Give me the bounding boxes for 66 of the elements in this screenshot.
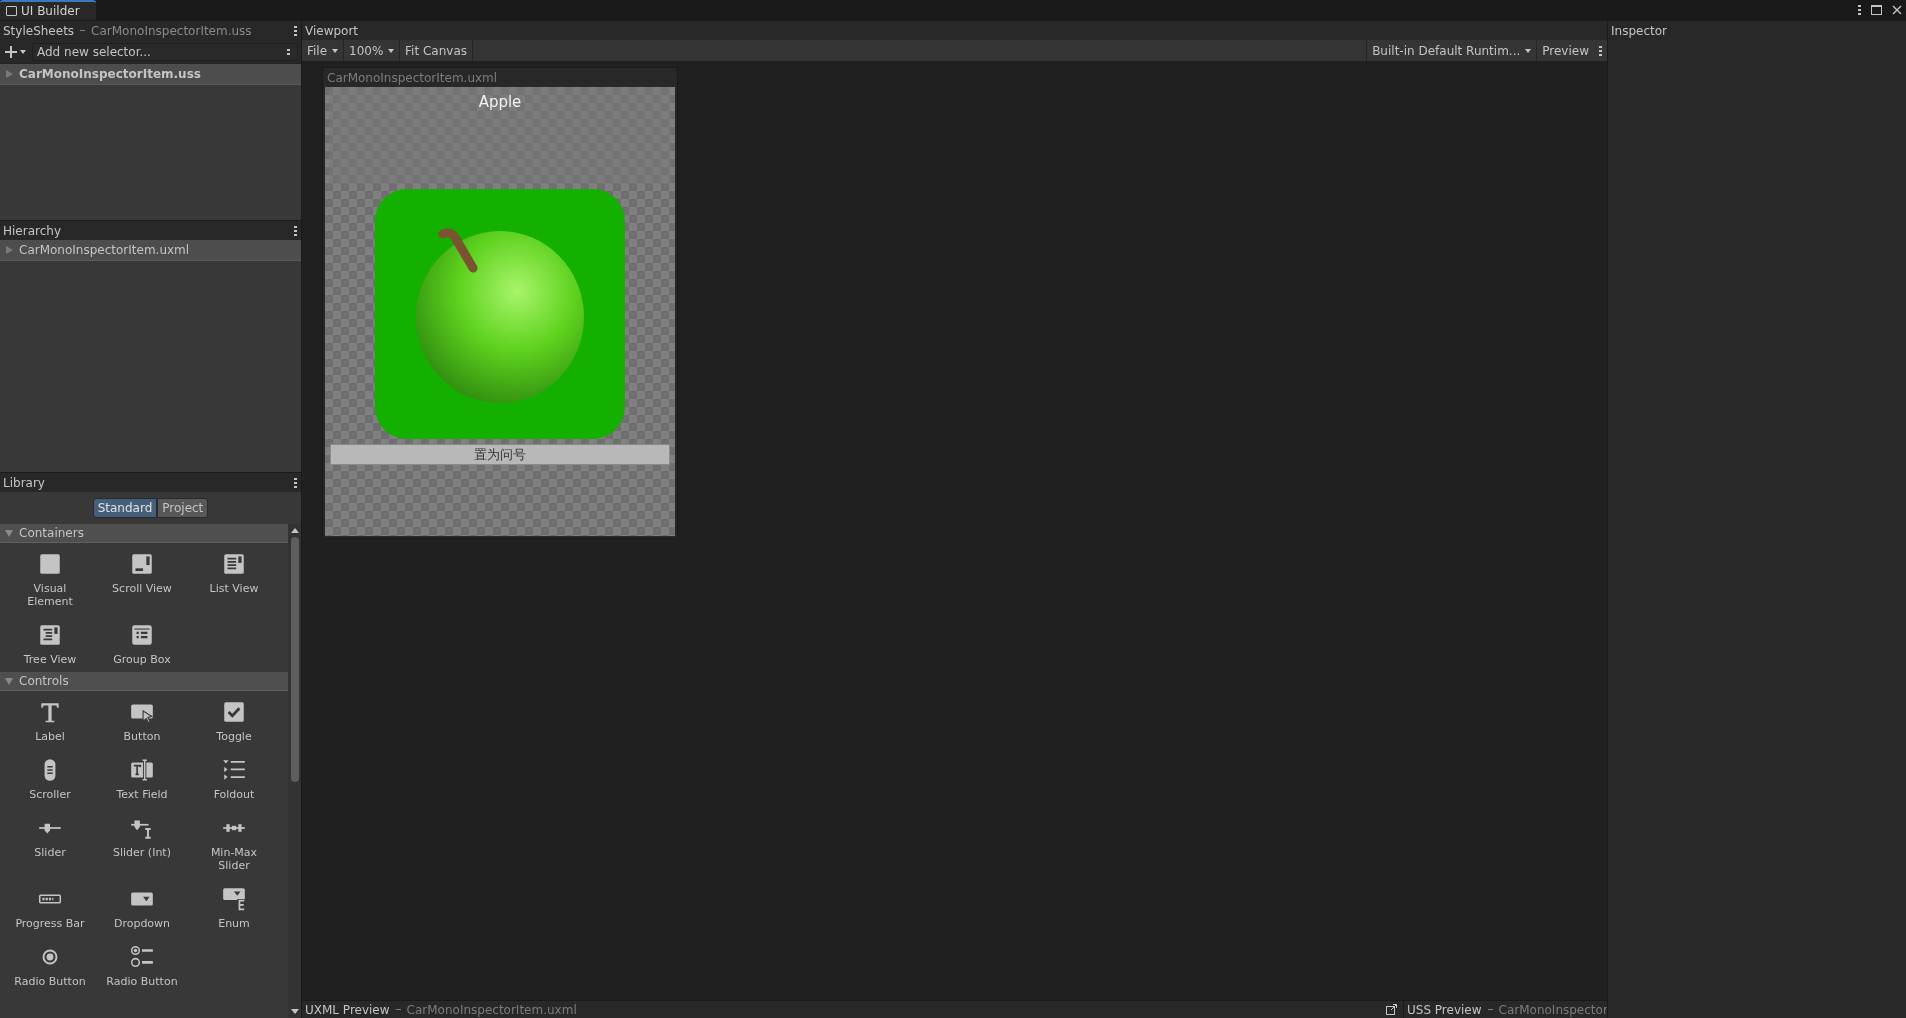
theme-dropdown[interactable]: Built-in Default Runtim... <box>1366 40 1537 61</box>
more-menu-icon[interactable] <box>294 24 297 37</box>
library-item[interactable]: List View <box>209 582 259 595</box>
library-item[interactable]: Dropdown <box>113 917 171 930</box>
file-name: CarMonoInspectorItem.uxml <box>406 1002 577 1017</box>
close-icon[interactable] <box>1892 5 1902 15</box>
radio-group-icon <box>129 944 155 970</box>
library-tab[interactable]: Project <box>157 498 209 518</box>
library-item[interactable]: Slider <box>34 846 66 859</box>
library-item[interactable]: Enum <box>218 917 250 930</box>
window-icon <box>6 6 17 16</box>
panel-title: Viewport <box>305 23 359 38</box>
library-item[interactable]: Progress Bar <box>15 917 85 930</box>
window-tab[interactable]: UI Builder <box>0 0 96 20</box>
library-item[interactable]: Tree View <box>23 653 77 666</box>
library-item[interactable]: Slider (Int) <box>113 846 171 859</box>
more-menu-icon[interactable] <box>1858 4 1861 16</box>
more-menu-icon[interactable] <box>1599 44 1602 57</box>
library-item[interactable]: Foldout <box>213 788 255 801</box>
section-header[interactable]: Controls <box>19 674 69 688</box>
panel-title: Library <box>3 475 45 490</box>
external-link-icon[interactable] <box>1386 1004 1397 1015</box>
panel-title: USS Preview <box>1407 1002 1482 1017</box>
set-question-mark-button[interactable]: 置为问号 <box>330 444 670 465</box>
library-item[interactable]: Group Box <box>113 653 171 666</box>
more-menu-icon[interactable] <box>294 224 297 237</box>
library-item[interactable]: Scroll View <box>112 582 172 595</box>
selector-field[interactable]: Add new selector... <box>32 42 298 61</box>
library-item[interactable]: Toggle <box>216 730 252 743</box>
preview-button[interactable]: Preview <box>1536 40 1594 61</box>
canvas-title: CarMonoInspectorItem.uxml <box>326 69 499 87</box>
file-name: CarMonoInspector <box>1498 1002 1607 1017</box>
library-item[interactable]: Scroller <box>29 788 71 801</box>
file-menu[interactable]: File <box>302 40 345 61</box>
text-field-icon <box>129 757 155 783</box>
foldout-icon <box>221 757 247 783</box>
scroll-view-icon <box>129 551 155 577</box>
plus-icon <box>5 45 17 58</box>
library-item[interactable]: Button <box>123 730 161 743</box>
library-item[interactable]: Visual Element <box>14 582 86 608</box>
group-box-icon <box>129 622 155 648</box>
panel-title: Hierarchy <box>3 223 61 238</box>
library-item[interactable]: Label <box>35 730 65 743</box>
maximize-icon[interactable] <box>1871 5 1882 15</box>
library-item[interactable]: Min-Max Slider <box>198 846 270 872</box>
panel-title: UXML Preview <box>305 1002 390 1017</box>
enum-icon <box>221 886 247 912</box>
zoom-dropdown[interactable]: 100% <box>344 40 401 61</box>
section-header[interactable]: Containers <box>19 526 84 540</box>
panel-title: StyleSheets <box>3 23 75 38</box>
fit-canvas-button[interactable]: Fit Canvas <box>400 40 474 61</box>
panel-title: Inspector <box>1611 23 1667 38</box>
tree-list-icon <box>37 622 63 648</box>
canvas[interactable]: CarMonoInspectorItem.uxml Apple 置为问号 <box>322 67 678 539</box>
library-item[interactable]: Radio Button <box>106 975 178 988</box>
library-item[interactable]: Text Field <box>116 788 168 801</box>
library-tab[interactable]: Standard <box>92 498 158 518</box>
more-menu-icon[interactable] <box>294 476 297 489</box>
item-label: Apple <box>478 93 522 111</box>
square-icon <box>37 551 63 577</box>
scrollbar[interactable] <box>288 524 301 1018</box>
file-name: CarMonoInspectorItem.uss <box>91 23 252 38</box>
checkbox-icon <box>221 699 247 725</box>
library-item[interactable]: Radio Button <box>14 975 86 988</box>
list-icon <box>221 551 247 577</box>
caret-icon <box>20 49 26 54</box>
